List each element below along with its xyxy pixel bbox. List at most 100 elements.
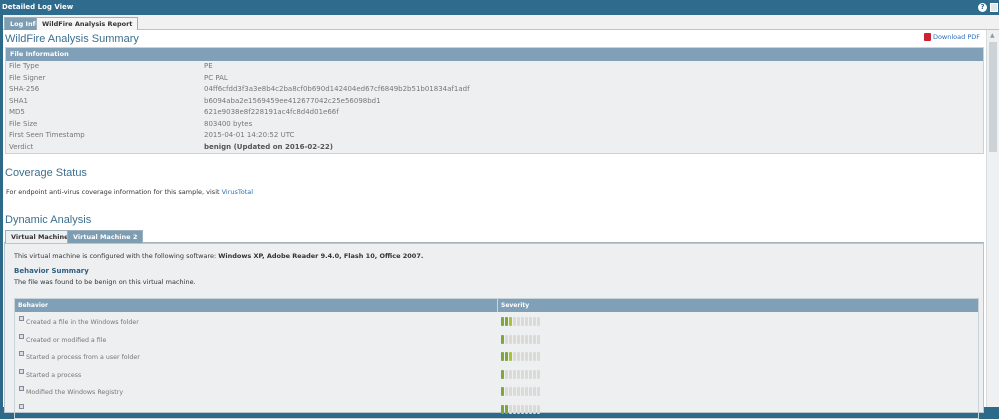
window-title: Detailed Log View xyxy=(0,0,999,15)
severity-segment xyxy=(505,369,508,379)
severity-segment xyxy=(513,387,516,397)
severity-segment xyxy=(521,369,524,379)
file-information-table: File Information File Type PE File Signer P… xyxy=(5,47,984,154)
vm-panel: This virtual machine is configured with … xyxy=(4,243,984,419)
severity-segment xyxy=(521,317,524,326)
severity-segment xyxy=(521,387,524,397)
virustotal-link[interactable]: VirusTotal xyxy=(222,188,253,196)
file-info-label: Verdict xyxy=(9,142,34,151)
tab-vm-2[interactable]: Virtual Machine 2 xyxy=(67,230,144,243)
severity-segment xyxy=(529,387,532,397)
summary-title: WildFire Analysis Summary xyxy=(5,33,139,45)
vm-config-software: Windows XP, Adobe Reader 9.4.0, Flash 10… xyxy=(218,252,424,260)
severity-segment xyxy=(509,387,512,397)
severity-segment xyxy=(505,404,508,414)
download-pdf-label: Download PDF xyxy=(932,33,980,41)
severity-segment xyxy=(509,404,512,414)
expand-icon[interactable] xyxy=(19,351,24,357)
severity-segment xyxy=(521,352,524,362)
severity-segment xyxy=(525,387,528,397)
file-info-row: File Size 803400 bytes xyxy=(6,119,983,131)
file-info-label: File Signer xyxy=(9,73,46,82)
severity-segment xyxy=(529,352,532,362)
severity-segment xyxy=(505,352,508,362)
file-info-value: PE xyxy=(204,62,213,70)
behavior-label: Created a file in the Windows folder xyxy=(26,319,139,326)
file-info-value: 2015-04-01 14:20:52 UTC xyxy=(204,131,295,139)
expand-icon[interactable] xyxy=(19,386,24,392)
expand-icon[interactable] xyxy=(19,368,24,374)
behavior-row[interactable]: Started a process from a user folder xyxy=(15,347,978,365)
file-info-row: SHA-256 04ff6cfdd3f3a3e8b4c2ba8cf0b690d14… xyxy=(6,84,983,96)
scroll-up-icon[interactable]: ▲ xyxy=(990,32,995,39)
behavior-table: Behavior Severity Created a file in the W… xyxy=(14,298,979,419)
expand-icon[interactable] xyxy=(19,403,24,409)
severity-segment xyxy=(529,334,532,344)
report-content: WildFire Analysis Summary Download PDF F… xyxy=(3,30,986,419)
severity-segment xyxy=(501,352,504,362)
severity-segment xyxy=(513,404,516,414)
expand-icon[interactable] xyxy=(19,316,24,321)
severity-meter xyxy=(501,334,540,344)
file-info-value: PC PAL xyxy=(204,73,228,82)
severity-segment xyxy=(533,404,536,414)
file-info-label: SHA1 xyxy=(9,96,28,105)
severity-meter xyxy=(501,404,540,414)
file-info-row: Verdict benign (Updated on 2016-02-22) xyxy=(6,142,983,154)
expand-icon[interactable] xyxy=(19,333,24,339)
severity-segment xyxy=(533,334,536,344)
severity-meter xyxy=(501,352,540,362)
file-info-row: MD5 621e9038e8f228191ac4fc8d4d01e66f xyxy=(6,107,983,119)
file-info-row: SHA1 b6094aba2e1569459ee412677042c25e5609… xyxy=(6,96,983,108)
pdf-icon xyxy=(923,33,931,41)
col-severity: Severity xyxy=(497,299,529,312)
file-info-label: SHA-256 xyxy=(9,85,40,93)
file-info-label: File Size xyxy=(9,119,38,128)
severity-segment xyxy=(537,334,540,344)
severity-segment xyxy=(513,317,516,326)
severity-segment xyxy=(517,317,520,326)
behavior-label: Created or modified a file xyxy=(26,336,107,344)
vm-config-text: This virtual machine is configured with … xyxy=(14,252,423,260)
severity-segment xyxy=(505,317,508,326)
severity-segment xyxy=(525,404,528,414)
behavior-row[interactable]: Created a file in the Windows folder xyxy=(15,312,978,330)
severity-segment xyxy=(517,387,520,397)
severity-segment xyxy=(513,369,516,379)
file-info-label: MD5 xyxy=(9,108,25,116)
tab-bar: Log Info WildFire Analysis Report xyxy=(3,15,999,30)
severity-segment xyxy=(525,334,528,344)
tab-wildfire-report[interactable]: WildFire Analysis Report xyxy=(36,17,139,30)
coverage-title: Coverage Status xyxy=(5,167,87,179)
vertical-scrollbar[interactable]: ▲ xyxy=(986,30,999,407)
severity-meter xyxy=(501,387,540,397)
severity-segment xyxy=(525,352,528,362)
severity-segment xyxy=(517,352,520,362)
behavior-row[interactable]: Created or modified a file xyxy=(15,330,978,348)
severity-segment xyxy=(533,387,536,397)
popout-icon[interactable] xyxy=(990,3,998,12)
severity-segment xyxy=(509,334,512,344)
behavior-row[interactable]: Started a process xyxy=(15,365,978,383)
severity-meter xyxy=(501,317,540,326)
file-information-header: File Information xyxy=(6,48,983,61)
file-info-value: 04ff6cfdd3f3a3e8b4c2ba8cf0b690d142404ed6… xyxy=(204,85,470,93)
severity-segment xyxy=(537,404,540,414)
coverage-text: For endpoint anti-virus coverage informa… xyxy=(6,188,253,196)
file-info-row: File Signer PC PAL xyxy=(6,73,983,85)
vm-tab-bar: Virtual Machine 1 Virtual Machine 2 xyxy=(4,230,984,243)
severity-segment xyxy=(501,404,504,414)
download-pdf-link[interactable]: Download PDF xyxy=(923,33,980,41)
severity-meter xyxy=(501,369,540,379)
scroll-thumb[interactable] xyxy=(989,42,997,152)
behavior-row[interactable] xyxy=(15,400,978,418)
severity-segment xyxy=(501,387,504,397)
behavior-row[interactable]: Modified the Windows Registry xyxy=(15,382,978,400)
behavior-table-header: Behavior Severity xyxy=(15,299,978,312)
severity-segment xyxy=(537,352,540,362)
vm-config-label: This virtual machine is configured with … xyxy=(14,252,219,260)
help-icon[interactable]: ? xyxy=(978,3,987,12)
severity-segment xyxy=(529,404,532,414)
severity-segment xyxy=(517,404,520,414)
file-info-value: benign (Updated on 2016-02-22) xyxy=(204,142,333,151)
